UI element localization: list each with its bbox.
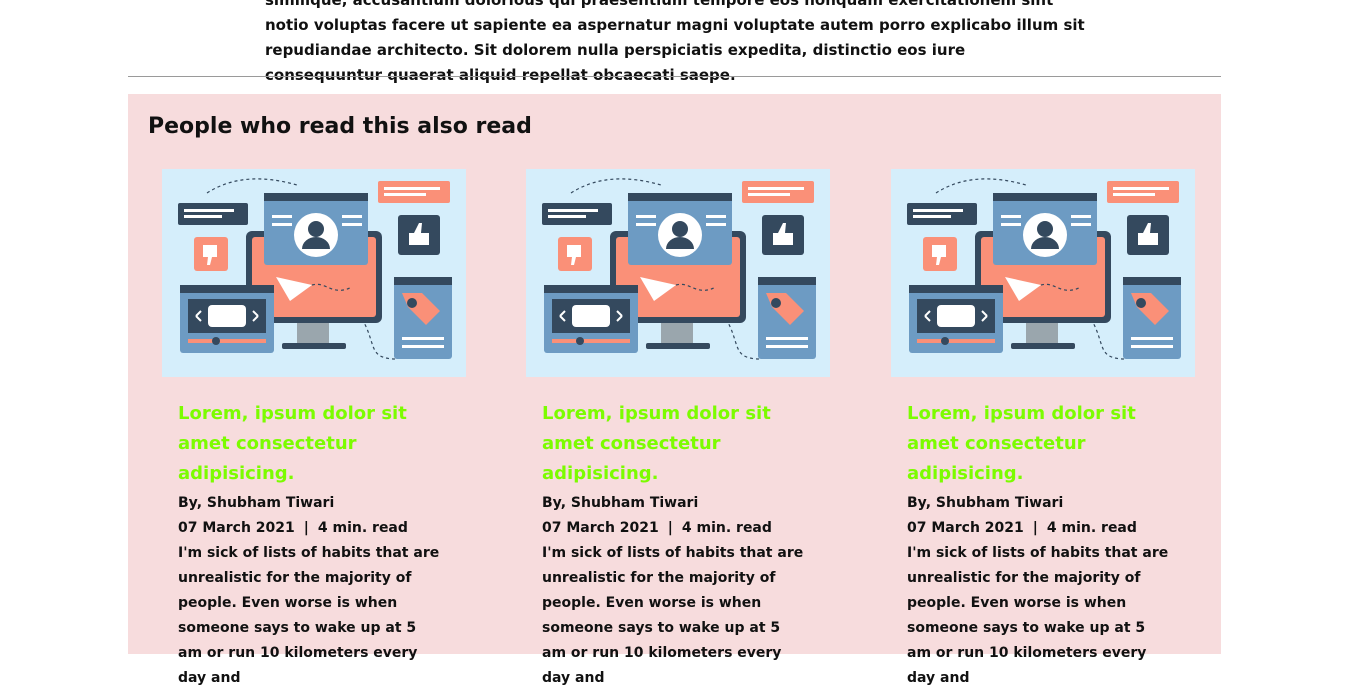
card-excerpt: I'm sick of lists of habits that are unr… [542,545,804,686]
article-illustration[interactable] [162,169,466,377]
user-profile-icon [993,193,1097,265]
section-divider [128,76,1221,77]
card-read-time: 4 min. read [317,520,408,536]
price-tag-icon [1123,277,1181,359]
meta-separator: | [667,520,673,536]
thumbs-down-icon [558,237,592,271]
article-illustration[interactable] [526,169,830,377]
card-title-link[interactable]: Lorem, ipsum dolor sit amet consectetur … [542,399,812,489]
user-profile-icon [628,193,732,265]
meta-separator: | [1032,520,1038,536]
dark-note-icon [542,203,612,225]
related-heading: People who read this also read [148,114,532,139]
thumbs-down-icon [194,237,228,271]
card-meta: 07 March 2021 | 4 min. read [542,516,814,541]
article-illustration[interactable] [891,169,1195,377]
card-read-time: 4 min. read [1046,520,1137,536]
card-excerpt: I'm sick of lists of habits that are unr… [907,545,1169,686]
related-card[interactable]: Lorem, ipsum dolor sit amet consectetur … [162,169,466,691]
video-player-icon [909,285,1003,353]
related-articles-section: People who read this also read Lorem, ip… [128,94,1221,686]
card-date: 07 March 2021 [178,520,295,536]
dark-note-icon [907,203,977,225]
thumbs-up-icon [398,215,440,255]
article-tail-text: similique, accusantium dolorious qui pra… [265,0,1085,84]
card-excerpt: I'm sick of lists of habits that are unr… [178,545,440,686]
card-author: By, Shubham Tiwari [542,495,699,511]
salmon-note-icon [742,181,814,203]
video-player-icon [180,285,274,353]
thumbs-down-icon [923,237,957,271]
card-title-link[interactable]: Lorem, ipsum dolor sit amet consectetur … [178,399,448,489]
user-profile-icon [264,193,368,265]
thumbs-up-icon [762,215,804,255]
card-date: 07 March 2021 [907,520,1024,536]
thumbs-up-icon [1127,215,1169,255]
card-read-time: 4 min. read [681,520,772,536]
card-author: By, Shubham Tiwari [907,495,1064,511]
video-player-icon [544,285,638,353]
salmon-note-icon [378,181,450,203]
card-meta: 07 March 2021 | 4 min. read [907,516,1179,541]
salmon-note-icon [1107,181,1179,203]
card-author: By, Shubham Tiwari [178,495,335,511]
related-card[interactable]: Lorem, ipsum dolor sit amet consectetur … [891,169,1195,691]
card-date: 07 March 2021 [542,520,659,536]
dark-note-icon [178,203,248,225]
related-card[interactable]: Lorem, ipsum dolor sit amet consectetur … [526,169,830,691]
card-meta: 07 March 2021 | 4 min. read [178,516,450,541]
price-tag-icon [394,277,452,359]
price-tag-icon [758,277,816,359]
meta-separator: | [303,520,309,536]
card-title-link[interactable]: Lorem, ipsum dolor sit amet consectetur … [907,399,1177,489]
